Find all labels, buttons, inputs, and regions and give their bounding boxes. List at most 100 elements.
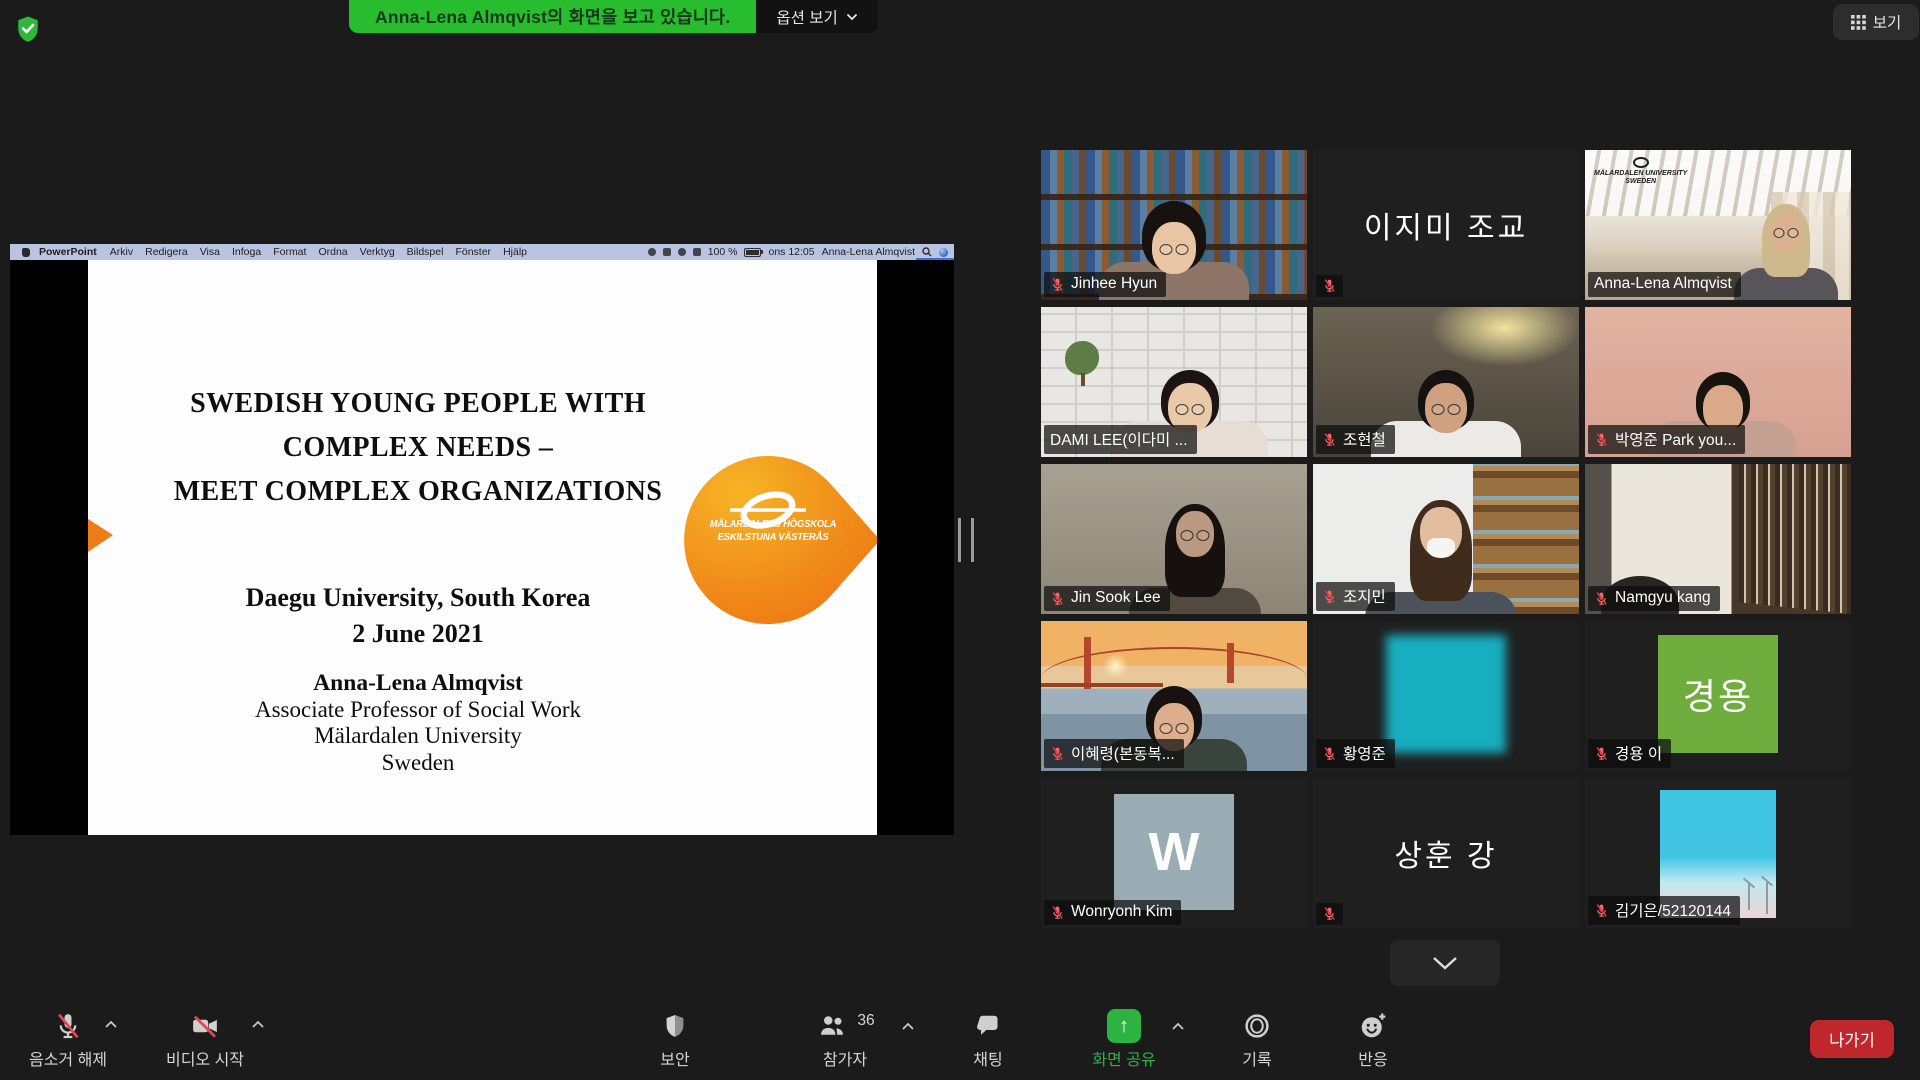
- participant-tile[interactable]: 경용 경용 이: [1585, 621, 1851, 771]
- mic-muted-icon: [1322, 432, 1337, 447]
- chevron-down-icon: [1432, 956, 1458, 970]
- window-edge-accent: [916, 258, 954, 260]
- participants-options-chevron[interactable]: [901, 1022, 915, 1031]
- participant-tile[interactable]: 조지민: [1313, 464, 1579, 614]
- menu-bildspel: Bildspel: [407, 246, 444, 258]
- participant-name-center: 상훈 강: [1313, 778, 1579, 928]
- battery-percent: 100 %: [708, 246, 738, 258]
- status-icon: [663, 248, 671, 256]
- mic-muted-icon: [1594, 903, 1609, 918]
- menubar-app-name: PowerPoint: [39, 246, 97, 258]
- screen-share-banner: Anna-Lena Almqvist의 화면을 보고 있습니다. 옵션 보기: [349, 0, 878, 33]
- participant-tile[interactable]: 박영준 Park you...: [1585, 307, 1851, 457]
- grid-view-icon: [1851, 15, 1866, 30]
- security-shield-icon[interactable]: [15, 14, 41, 44]
- slide-title: SWEDISH YOUNG PEOPLE WITH COMPLEX NEEDS …: [88, 382, 748, 514]
- zoom-meeting-window: Anna-Lena Almqvist의 화면을 보고 있습니다. 옵션 보기 보…: [0, 0, 1920, 1080]
- record-button[interactable]: 기록: [1202, 1008, 1312, 1070]
- menu-verktyg: Verktyg: [360, 246, 395, 258]
- view-options-button[interactable]: 옵션 보기: [756, 0, 877, 33]
- gallery-view-button[interactable]: 보기: [1833, 4, 1919, 40]
- mic-options-chevron[interactable]: [104, 1020, 118, 1029]
- participant-tile[interactable]: 조현철: [1313, 307, 1579, 457]
- participant-tile[interactable]: 이지미 조교: [1313, 150, 1579, 300]
- participant-avatar: 경용: [1658, 635, 1778, 753]
- top-bar: Anna-Lena Almqvist의 화면을 보고 있습니다. 옵션 보기 보…: [0, 0, 1920, 44]
- security-button[interactable]: 보안: [620, 1008, 730, 1070]
- mic-muted-icon: [1594, 746, 1609, 761]
- screen-share-banner-text: Anna-Lena Almqvist의 화면을 보고 있습니다.: [349, 0, 756, 33]
- glasses: [1175, 404, 1204, 415]
- participant-name: 박영준 Park you...: [1615, 428, 1736, 450]
- participant-name: 이혜령(본동복...: [1071, 742, 1175, 764]
- chat-label: 채팅: [973, 1046, 1002, 1070]
- participant-tile[interactable]: Jin Sook Lee: [1041, 464, 1307, 614]
- participant-tile-active-speaker[interactable]: MÄLARDALEN UNIVERSITY SWEDEN Anna-Lena A…: [1585, 150, 1851, 300]
- menu-visa: Visa: [200, 246, 220, 258]
- unmute-button[interactable]: 음소거 해제: [13, 1008, 123, 1070]
- bookshelf: [1739, 464, 1851, 614]
- chat-button[interactable]: 채팅: [933, 1008, 1043, 1070]
- mic-muted-icon: [1050, 905, 1065, 920]
- mic-muted-icon: [1050, 277, 1065, 292]
- slide-title-line3: MEET COMPLEX ORGANIZATIONS: [88, 470, 748, 514]
- participant-name-label: 조지민: [1316, 582, 1395, 611]
- menu-arkiv: Arkiv: [110, 246, 133, 258]
- participant-name: 조현철: [1343, 428, 1386, 450]
- search-icon: [922, 247, 932, 257]
- gallery-scroll-down-button[interactable]: [1390, 940, 1500, 986]
- start-video-button[interactable]: 비디오 시작: [150, 1008, 260, 1070]
- mic-muted-icon: [53, 1011, 83, 1041]
- participant-name: Jinhee Hyun: [1071, 275, 1157, 293]
- camera-off-icon: [189, 1011, 221, 1041]
- participant-tile[interactable]: Namgyu kang: [1585, 464, 1851, 614]
- mdh-logo-text: MÄLARDALENS HÖGSKOLA ESKILSTUNA VÄSTERÅS: [695, 518, 852, 544]
- record-label: 기록: [1242, 1046, 1271, 1070]
- menu-hjalp: Hjälp: [503, 246, 527, 258]
- participant-name-label: [1316, 903, 1343, 925]
- share-screen-label: 화면 공유: [1092, 1046, 1155, 1070]
- participant-name-center: 이지미 조교: [1313, 150, 1579, 300]
- reactions-button[interactable]: 반응: [1318, 1008, 1428, 1070]
- slide-event-line1: Daegu University, South Korea: [88, 580, 748, 616]
- participant-tile[interactable]: 황영준: [1313, 621, 1579, 771]
- slide-presenter: Anna-Lena Almqvist Associate Professor o…: [88, 670, 748, 776]
- meeting-toolbar: 음소거 해제 비디오 시작: [0, 1004, 1920, 1080]
- participant-name: Wonryonh Kim: [1071, 903, 1172, 921]
- security-label: 보안: [660, 1046, 689, 1070]
- chevron-down-icon: [846, 13, 858, 21]
- participant-name-label: 이혜령(본동복...: [1044, 739, 1184, 768]
- mdh-university-watermark: MÄLARDALEN UNIVERSITY SWEDEN: [1594, 157, 1687, 186]
- mdh-logo-balloon: MÄLARDALENS HÖGSKOLA ESKILSTUNA VÄSTERÅS: [684, 450, 877, 630]
- participant-name: 조지민: [1343, 585, 1386, 607]
- share-screen-button[interactable]: ↑ 화면 공유: [1069, 1008, 1179, 1070]
- mic-muted-icon: [1322, 589, 1337, 604]
- menubar-user: Anna-Lena Almqvist: [822, 246, 915, 258]
- slide-event-line2: 2 June 2021: [88, 616, 748, 652]
- participant-name-label: 박영준 Park you...: [1588, 425, 1745, 454]
- share-options-chevron[interactable]: [1171, 1022, 1185, 1031]
- participant-tile[interactable]: 김기은/52120144: [1585, 778, 1851, 928]
- presentation-slide: SWEDISH YOUNG PEOPLE WITH COMPLEX NEEDS …: [88, 260, 877, 835]
- bridge-tower: [1084, 637, 1091, 689]
- video-options-chevron[interactable]: [251, 1020, 265, 1029]
- participant-name-label: 황영준: [1316, 739, 1395, 768]
- panel-resize-handle[interactable]: [958, 518, 974, 562]
- slide-event: Daegu University, South Korea 2 June 202…: [88, 580, 748, 652]
- participants-button[interactable]: 36 참가자: [780, 1008, 910, 1070]
- menu-ordna: Ordna: [318, 246, 347, 258]
- participant-name: Namgyu kang: [1615, 589, 1711, 607]
- participant-tile[interactable]: DAMI LEE(이다미 ...: [1041, 307, 1307, 457]
- participant-tile[interactable]: 이혜령(본동복...: [1041, 621, 1307, 771]
- participant-avatar: W: [1114, 794, 1234, 910]
- mic-muted-icon: [1322, 906, 1337, 921]
- menu-infoga: Infoga: [232, 246, 261, 258]
- participant-tile[interactable]: 상훈 강: [1313, 778, 1579, 928]
- leave-meeting-button[interactable]: 나가기: [1810, 1020, 1894, 1058]
- participant-tile[interactable]: Jinhee Hyun: [1041, 150, 1307, 300]
- menubar-status-area: 100 % ons 12:05 Anna-Lena Almqvist: [648, 246, 954, 258]
- glasses: [1160, 244, 1189, 255]
- mdh-watermark-line1: MÄLARDALEN UNIVERSITY: [1594, 170, 1687, 178]
- participant-name-label: Namgyu kang: [1588, 586, 1720, 611]
- participant-tile[interactable]: W Wonryonh Kim: [1041, 778, 1307, 928]
